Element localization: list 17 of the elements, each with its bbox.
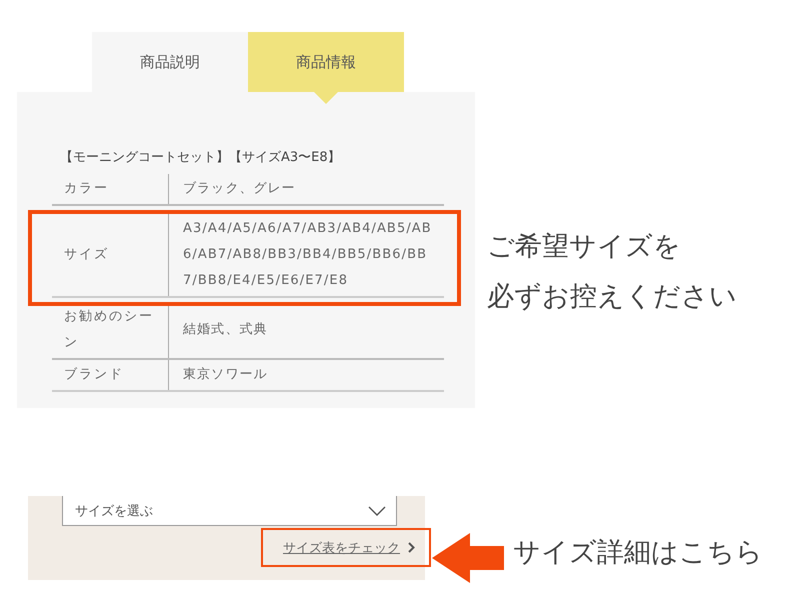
table-cell-text: 結婚式、式典 [182,321,269,339]
table-cell-text: 東京ソワール [182,366,269,384]
table-cell: ブランド [52,360,169,390]
chevron-right-icon [408,542,415,553]
chevron-down-icon [368,506,386,516]
annotation-text: サイズ詳細はこちら [513,536,763,570]
table-cell: サイズ [52,214,169,296]
size-chart-link[interactable]: サイズ表をチェック [283,538,400,556]
size-select[interactable]: サイズを選ぶ [62,496,397,526]
table-cell-text: A3/A4/A5/A6/A7/AB3/AB4/AB5/AB6/AB7/AB8/BB3/BB4/BB5/BB6/BB7/BB8/E4/E5/E6/E7/E8 [182,220,433,290]
table-cell-text: ブラック、グレー [182,180,297,198]
spec-heading: 【モーニングコートセット】【サイズA3〜E8】 [60,149,342,167]
table-cell: カラー [52,174,169,204]
annotation-text: 必ずお控えください [487,280,737,314]
table-cell: お勧めのシーン [52,302,169,358]
annotation-text: ご希望サイズを [487,230,682,264]
tab[interactable]: 商品説明 [92,32,248,92]
